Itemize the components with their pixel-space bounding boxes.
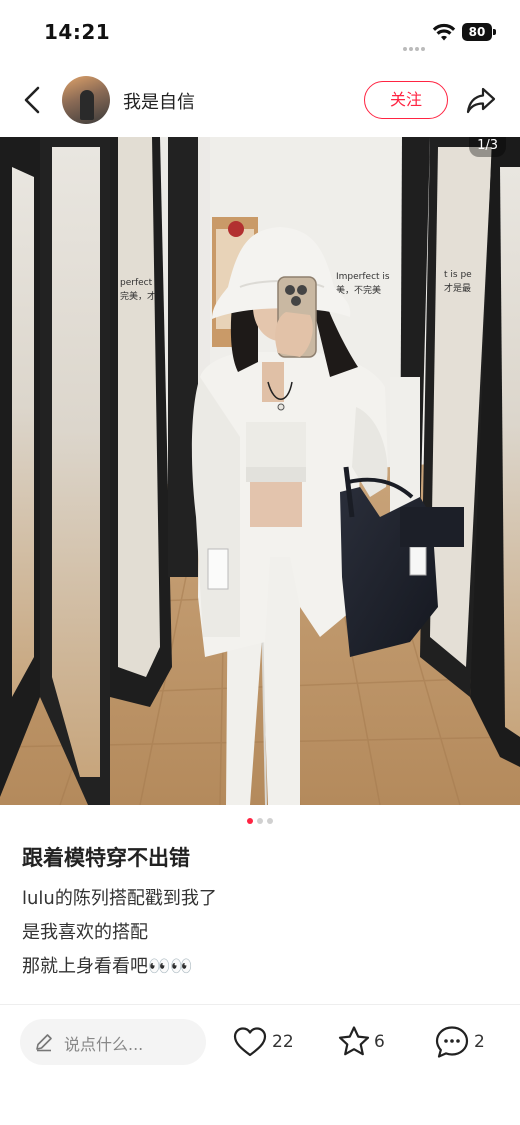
post-header: 我是自信 关注 [0,66,520,136]
collect-count: 6 [374,1032,385,1052]
collect-button[interactable]: 6 [336,1024,390,1060]
post-line: 那就上身看看吧👀👀 [22,956,193,977]
sign-text: Imperfect is [336,272,390,282]
pencil-icon [36,1034,52,1052]
image-carousel-indicator [0,818,520,826]
sign-text: 完美，才 [120,290,156,302]
heart-icon [233,1027,267,1057]
comment-placeholder: 说点什么... [64,1035,144,1054]
image-page-counter: 1/3 [469,137,506,157]
avatar[interactable] [62,76,110,124]
status-time: 14:21 [44,20,111,44]
comment-bubble-icon [435,1026,469,1058]
comment-input[interactable]: 说点什么... [20,1019,206,1065]
sign-text: 美，不完美 [336,284,381,296]
bottom-divider [0,1004,520,1005]
follow-button[interactable]: 关注 [364,81,448,119]
post-line: lulu的陈列搭配戳到我了 [22,888,217,909]
post-image[interactable]: perfect 完美，才 Imperfect is 美，不完美 t is pe … [0,137,520,805]
carousel-dot-3[interactable] [267,818,273,824]
share-icon[interactable] [464,83,498,117]
carousel-dot-2[interactable] [257,818,263,824]
post-line: 是我喜欢的搭配 [22,922,148,943]
post-title: 跟着模特穿不出错 [22,846,190,870]
like-button[interactable]: 22 [232,1024,298,1060]
signal-dots-icon [403,36,427,51]
battery-level: 80 [462,23,492,41]
back-arrow-icon[interactable] [18,82,48,118]
star-icon [338,1026,370,1056]
like-count: 22 [272,1032,294,1052]
wifi-icon [432,23,456,41]
sign-text: 才是最 [444,282,471,294]
battery-icon: 80 [462,23,496,41]
comment-button[interactable]: 2 [434,1024,488,1060]
post-body: lulu的陈列搭配戳到我了 是我喜欢的搭配 那就上身看看吧👀👀 [22,884,217,986]
carousel-dot-1[interactable] [247,818,253,824]
status-bar: 14:21 80 [0,0,520,66]
author-name[interactable]: 我是自信 [123,88,195,114]
sign-text: perfect [120,278,153,288]
mirror-selfie-illustration: perfect 完美，才 Imperfect is 美，不完美 t is pe … [0,137,520,805]
sign-text: t is pe [444,270,472,280]
comment-count: 2 [474,1032,485,1052]
